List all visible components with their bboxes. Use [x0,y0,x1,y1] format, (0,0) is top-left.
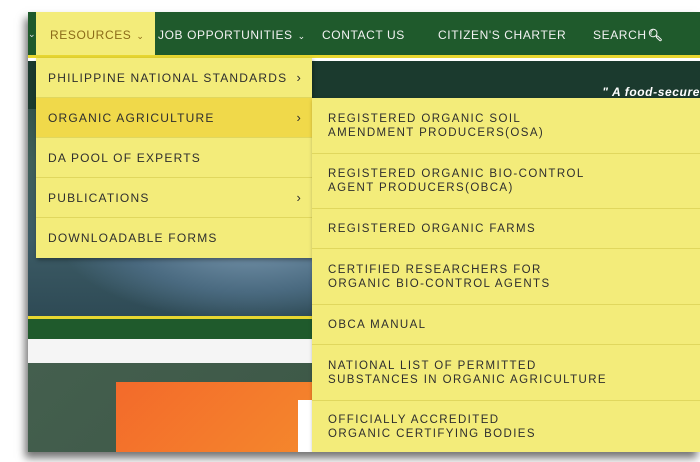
submenu-item-line1: CERTIFIED RESEARCHERS FOR [328,263,542,276]
chevron-right-icon: › [296,190,302,205]
submenu-item-line2: SUBSTANCES IN ORGANIC AGRICULTURE [328,373,608,386]
submenu-item-line1: NATIONAL LIST OF PERMITTED [328,359,537,372]
menu-item-organic-agriculture[interactable]: ORGANIC AGRICULTURE › [36,98,312,138]
nav-search-label: SEARCH [593,28,647,42]
nav-citizens-charter-label: CITIZEN'S CHARTER [438,28,567,42]
chevron-down-icon: ⌄ [28,29,36,39]
submenu-item-national-list-permitted-substances[interactable]: NATIONAL LIST OF PERMITTED SUBSTANCES IN… [312,345,700,401]
nav-job-opportunities-label: JOB OPPORTUNITIES [158,28,293,42]
submenu-item-line2: ORGANIC BIO-CONTROL AGENTS [328,277,551,290]
nav-resources[interactable]: RESOURCES ⌄ [36,12,155,55]
submenu-item-certified-researchers[interactable]: CERTIFIED RESEARCHERS FOR ORGANIC BIO-CO… [312,249,700,305]
main-navbar: ⌄ RESOURCES ⌄ JOB OPPORTUNITIES ⌄ CONTACT … [28,12,700,58]
submenu-item-line1: OFFICIALLY ACCREDITED [328,413,500,426]
submenu-item-obca-manual[interactable]: OBCA MANUAL [312,305,700,345]
submenu-item-line1: REGISTERED ORGANIC BIO-CONTROL [328,168,585,180]
browser-viewport: ⌄ RESOURCES ⌄ JOB OPPORTUNITIES ⌄ CONTACT … [28,12,700,452]
menu-item-label: DA POOL OF EXPERTS [48,151,201,165]
menu-item-label: PUBLICATIONS [48,191,150,205]
chevron-down-icon: ⌄ [136,31,145,41]
submenu-item-line1: OBCA MANUAL [328,318,427,331]
chevron-right-icon: › [296,70,302,85]
submenu-item-line1: REGISTERED ORGANIC FARMS [328,222,537,235]
hero-quote: " A food-secure [602,85,700,99]
nav-contact-us-label: CONTACT US [322,28,405,42]
submenu-item-organic-soil-amendment-producers[interactable]: REGISTERED ORGANIC SOIL AMENDMENT PRODUC… [312,98,700,154]
menu-item-philippine-national-standards[interactable]: PHILIPPINE NATIONAL STANDARDS › [36,58,312,98]
submenu-item-accredited-certifying-bodies[interactable]: OFFICIALLY ACCREDITED ORGANIC CERTIFYING… [312,401,700,452]
submenu-item-line1: REGISTERED ORGANIC SOIL [328,112,522,125]
submenu-item-organic-bio-control-agent-producers[interactable]: REGISTERED ORGANIC BIO-CONTROL AGENT PRO… [312,154,700,209]
nav-contact-us[interactable]: CONTACT US [322,12,405,55]
resources-dropdown: PHILIPPINE NATIONAL STANDARDS › ORGANIC … [36,58,312,258]
nav-job-opportunities[interactable]: JOB OPPORTUNITIES ⌄ [158,12,306,55]
menu-item-label: PHILIPPINE NATIONAL STANDARDS [48,71,288,85]
submenu-item-line2: AMENDMENT PRODUCERS(OSA) [328,126,545,139]
menu-item-downloadable-forms[interactable]: DOWNLOADABLE FORMS [36,218,312,258]
organic-agriculture-submenu: REGISTERED ORGANIC SOIL AMENDMENT PRODUC… [312,98,700,452]
search-icon: 🔍︎ [647,28,664,42]
submenu-item-line2: AGENT PRODUCERS(OBCA) [328,182,514,194]
submenu-item-line2: ORGANIC CERTIFYING BODIES [328,427,536,440]
menu-item-da-pool-of-experts[interactable]: DA POOL OF EXPERTS [36,138,312,178]
chevron-down-icon: ⌄ [297,31,306,41]
nav-citizens-charter[interactable]: CITIZEN'S CHARTER [438,12,566,55]
nav-search[interactable]: SEARCH🔍︎ [593,12,663,55]
submenu-item-registered-organic-farms[interactable]: REGISTERED ORGANIC FARMS [312,209,700,249]
chevron-right-icon: › [296,110,302,125]
menu-item-label: DOWNLOADABLE FORMS [48,231,218,245]
nav-resources-label: RESOURCES [50,28,132,42]
menu-item-label: ORGANIC AGRICULTURE [48,111,215,125]
menu-item-publications[interactable]: PUBLICATIONS › [36,178,312,218]
